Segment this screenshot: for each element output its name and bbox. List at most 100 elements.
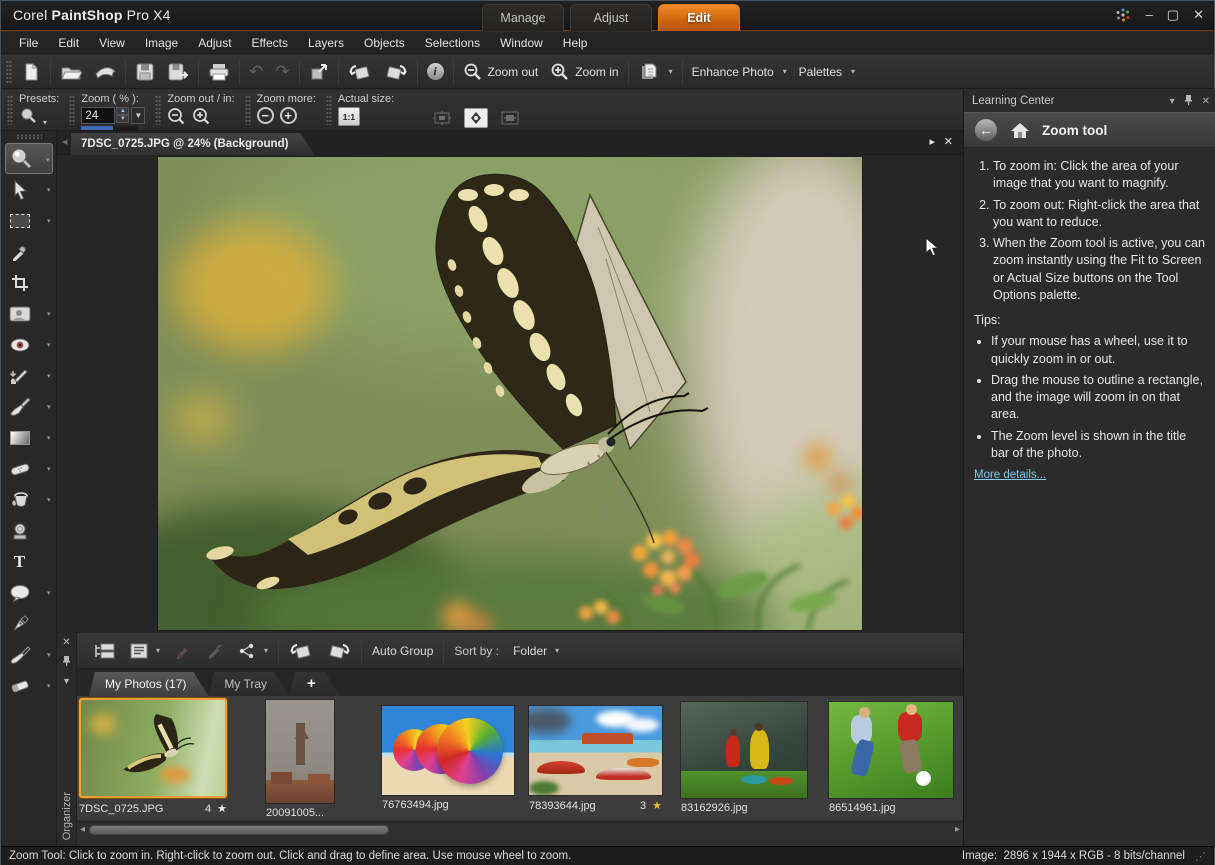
tool-flyout-arrow[interactable]: ▾ (47, 217, 51, 225)
save-as-button[interactable] (161, 59, 195, 85)
tab-scroll-left-icon[interactable]: ◂ (62, 135, 68, 148)
document-tab[interactable]: 7DSC_0725.JPG @ 24% (Background) (71, 133, 314, 155)
menu-adjust[interactable]: Adjust (188, 33, 241, 53)
tool-preset-shapes[interactable]: ▾ (5, 577, 53, 608)
tool-flood-fill[interactable]: ▾ (5, 484, 53, 515)
scrollbar-thumb[interactable] (89, 825, 389, 835)
workspace-tab-adjust[interactable]: Adjust (570, 4, 652, 31)
organizer-info-button[interactable] (199, 640, 231, 662)
menu-image[interactable]: Image (135, 33, 188, 53)
tool-gradient-fill[interactable]: ▾ (5, 422, 53, 453)
undo-button[interactable]: ↶ (243, 60, 269, 84)
organizer-horizontal-scrollbar[interactable]: ◂ ▸ (77, 822, 963, 837)
zoom-more-out-button[interactable]: − (257, 107, 274, 124)
tool-flyout-arrow[interactable]: ▾ (47, 651, 51, 659)
add-tray-button[interactable]: + (289, 672, 340, 696)
menu-window[interactable]: Window (490, 33, 553, 53)
drag-handle[interactable] (7, 95, 13, 125)
tool-selection[interactable]: ▾ (5, 205, 53, 236)
thumbnail-83162926[interactable]: 83162926.jpg (681, 702, 807, 814)
tool-flyout-arrow[interactable]: ▾ (47, 589, 51, 597)
organizer-rotate-left-button[interactable] (282, 638, 320, 664)
drag-handle[interactable] (16, 134, 42, 139)
scroll-left-icon[interactable]: ◂ (80, 824, 85, 835)
tool-makeover[interactable]: ▾ (5, 360, 53, 391)
thumbnail-76763494[interactable]: 76763494.jpg (382, 706, 514, 811)
panel-close-icon[interactable]: ✕ (1202, 96, 1210, 107)
palettes-button[interactable]: Palettes (793, 62, 861, 82)
tool-zoom[interactable]: ▾ (5, 143, 53, 174)
tab-my-photos[interactable]: My Photos (17) (89, 672, 208, 696)
enhance-photo-button[interactable]: Enhance Photo (686, 62, 793, 82)
organizer-close-icon[interactable]: ✕ (62, 637, 70, 648)
drag-handle[interactable] (245, 95, 251, 125)
redo-button[interactable]: ↷ (269, 60, 295, 84)
center-image-icon[interactable] (464, 108, 488, 128)
tool-text[interactable]: T (5, 546, 53, 577)
zoom-out-button[interactable]: Zoom out (457, 59, 545, 85)
menu-file[interactable]: File (9, 33, 48, 53)
workspace-tab-manage[interactable]: Manage (482, 4, 564, 31)
corel-guide-icon[interactable] (1114, 7, 1132, 23)
print-button[interactable] (202, 59, 236, 85)
workspace-tab-edit[interactable]: Edit (658, 4, 740, 31)
zoom-spin-arrows[interactable]: ▲▼ (116, 107, 129, 123)
zoom-out-step-button[interactable] (167, 107, 186, 130)
menu-effects[interactable]: Effects (242, 33, 298, 53)
maximize-button[interactable]: ▢ (1167, 7, 1179, 23)
tool-flyout-arrow[interactable]: ▾ (47, 186, 51, 194)
minimize-button[interactable]: – (1146, 7, 1153, 23)
organizer-edit-button[interactable] (167, 640, 199, 662)
drag-handle[interactable] (155, 95, 161, 125)
tool-warp-brush[interactable]: ▾ (5, 639, 53, 670)
tool-eraser[interactable]: ▾ (5, 670, 53, 701)
document-close-icon[interactable]: ✕ (944, 135, 953, 148)
tool-clone[interactable]: ▾ (5, 453, 53, 484)
more-details-link[interactable]: More details... (974, 469, 1046, 481)
save-button[interactable] (129, 59, 161, 85)
fit-image-to-window-icon[interactable] (498, 108, 522, 128)
zoom-slider[interactable] (81, 126, 137, 130)
tool-flyout-arrow[interactable]: ▾ (47, 465, 51, 473)
pin-icon[interactable] (1184, 94, 1193, 108)
open-button[interactable] (54, 59, 88, 85)
menu-help[interactable]: Help (553, 33, 598, 53)
organizer-panel-toggle-button[interactable] (87, 639, 123, 663)
tool-flyout-arrow[interactable]: ▾ (47, 682, 51, 690)
organizer-rotate-right-button[interactable] (320, 638, 358, 664)
zoom-more-in-button[interactable]: + (280, 107, 297, 124)
tool-picture-tube[interactable] (5, 515, 53, 546)
tool-dropper[interactable] (5, 236, 53, 267)
share-button[interactable] (231, 640, 275, 662)
tab-my-tray[interactable]: My Tray (208, 672, 289, 696)
tool-flyout-arrow[interactable]: ▾ (47, 372, 51, 380)
menu-layers[interactable]: Layers (298, 33, 354, 53)
tool-object-extractor[interactable]: ▾ (5, 298, 53, 329)
tool-flyout-arrow[interactable]: ▾ (47, 403, 51, 411)
tool-pen[interactable] (5, 608, 53, 639)
organizer-pin-icon[interactable] (62, 655, 71, 669)
tool-crop[interactable] (5, 267, 53, 298)
tool-flyout-arrow[interactable]: ▾ (47, 434, 51, 442)
tab-scroll-right-icon[interactable]: ▸ (929, 135, 935, 148)
tool-flyout-arrow[interactable]: ▾ (47, 496, 51, 504)
home-icon[interactable] (1010, 121, 1030, 139)
tool-flyout-arrow[interactable]: ▾ (47, 310, 51, 318)
zoom-in-button[interactable]: Zoom in (544, 59, 624, 85)
tool-flyout-arrow[interactable]: ▾ (46, 156, 50, 164)
scan-button[interactable] (88, 59, 122, 85)
tool-paint-brush[interactable]: ▾ (5, 391, 53, 422)
auto-group-button[interactable]: Auto Group (365, 641, 440, 661)
drag-handle[interactable] (69, 95, 75, 125)
drag-handle[interactable] (326, 95, 332, 125)
zoom-percent-input[interactable] (81, 107, 115, 124)
panel-menu-icon[interactable]: ▾ (1170, 96, 1175, 107)
tool-pick[interactable]: ▾ (5, 174, 53, 205)
organizer-view-menu-button[interactable] (123, 640, 167, 662)
rotate-left-button[interactable] (342, 59, 378, 85)
rotate-right-button[interactable] (378, 59, 414, 85)
resize-button[interactable] (303, 59, 335, 85)
zoom-percent-dropdown[interactable]: ▼ (131, 107, 145, 124)
menu-view[interactable]: View (89, 33, 135, 53)
tool-flyout-arrow[interactable]: ▾ (47, 341, 51, 349)
